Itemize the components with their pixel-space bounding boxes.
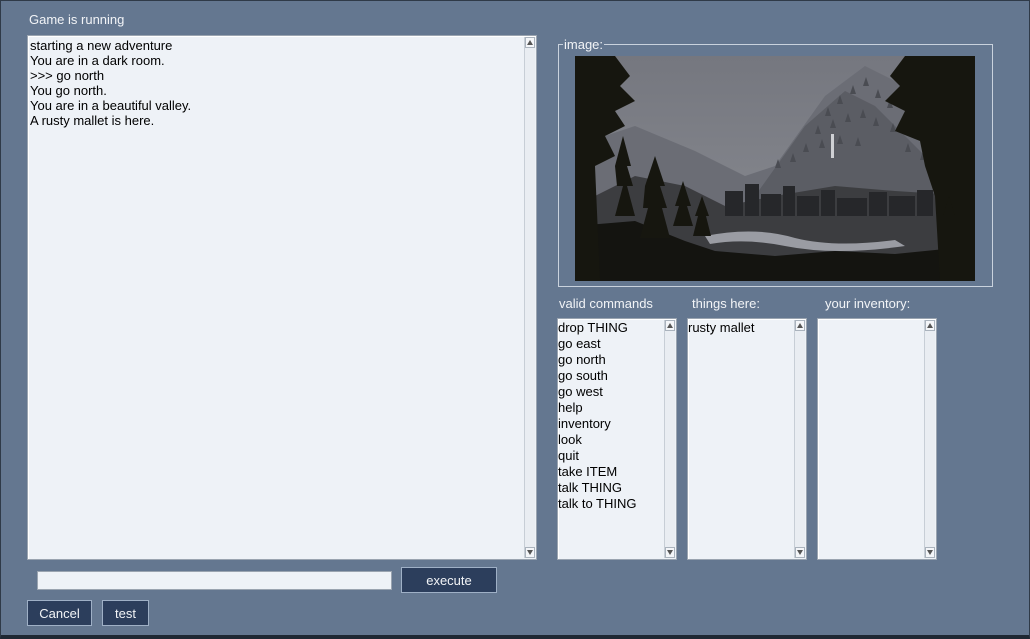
thing-item[interactable]: rusty mallet	[688, 320, 792, 336]
command-input[interactable]	[37, 571, 392, 590]
scroll-up-arrow-icon[interactable]	[925, 320, 935, 331]
image-legend: image:	[563, 37, 605, 52]
output-line: starting a new adventure	[30, 38, 173, 53]
commands-list-content: drop THING go east go north go south go …	[558, 320, 662, 557]
things-label: things here:	[692, 296, 760, 311]
command-item[interactable]: go south	[558, 368, 662, 384]
scroll-down-arrow-icon[interactable]	[525, 547, 535, 558]
command-item[interactable]: look	[558, 432, 662, 448]
scroll-up-arrow-icon[interactable]	[665, 320, 675, 331]
test-button[interactable]: test	[102, 600, 149, 626]
scene-image	[575, 56, 975, 281]
cancel-button[interactable]: Cancel	[27, 600, 92, 626]
commands-label: valid commands	[559, 296, 653, 311]
scroll-down-arrow-icon[interactable]	[795, 547, 805, 558]
things-list[interactable]: rusty mallet	[687, 318, 807, 560]
window-title: Game is running	[29, 12, 125, 27]
command-item[interactable]: drop THING	[558, 320, 662, 336]
output-log[interactable]: starting a new adventure You are in a da…	[27, 35, 537, 560]
output-log-content: starting a new adventure You are in a da…	[30, 38, 522, 557]
inventory-list[interactable]	[817, 318, 937, 560]
output-line: You are in a beautiful valley.	[30, 98, 192, 113]
scroll-down-arrow-icon[interactable]	[925, 547, 935, 558]
output-line: You go north.	[30, 83, 107, 98]
output-line: A rusty mallet is here.	[30, 113, 155, 128]
things-list-content: rusty mallet	[688, 320, 792, 557]
things-scrollbar[interactable]	[794, 320, 805, 558]
inventory-scrollbar[interactable]	[924, 320, 935, 558]
commands-scrollbar[interactable]	[664, 320, 675, 558]
command-item[interactable]: go west	[558, 384, 662, 400]
output-line: >>> go north	[30, 68, 105, 83]
output-line: You are in a dark room.	[30, 53, 165, 68]
output-scrollbar[interactable]	[524, 37, 535, 558]
inventory-list-content	[818, 320, 922, 557]
scroll-down-arrow-icon[interactable]	[665, 547, 675, 558]
scroll-up-arrow-icon[interactable]	[525, 37, 535, 48]
inventory-label: your inventory:	[825, 296, 911, 311]
command-item[interactable]: inventory	[558, 416, 662, 432]
command-item[interactable]: take ITEM	[558, 464, 662, 480]
command-item[interactable]: talk to THING	[558, 496, 662, 512]
command-item[interactable]: go north	[558, 352, 662, 368]
scroll-up-arrow-icon[interactable]	[795, 320, 805, 331]
commands-list[interactable]: drop THING go east go north go south go …	[557, 318, 677, 560]
command-item[interactable]: go east	[558, 336, 662, 352]
command-item[interactable]: talk THING	[558, 480, 662, 496]
command-item[interactable]: quit	[558, 448, 662, 464]
command-item[interactable]: help	[558, 400, 662, 416]
execute-button[interactable]: execute	[401, 567, 497, 593]
